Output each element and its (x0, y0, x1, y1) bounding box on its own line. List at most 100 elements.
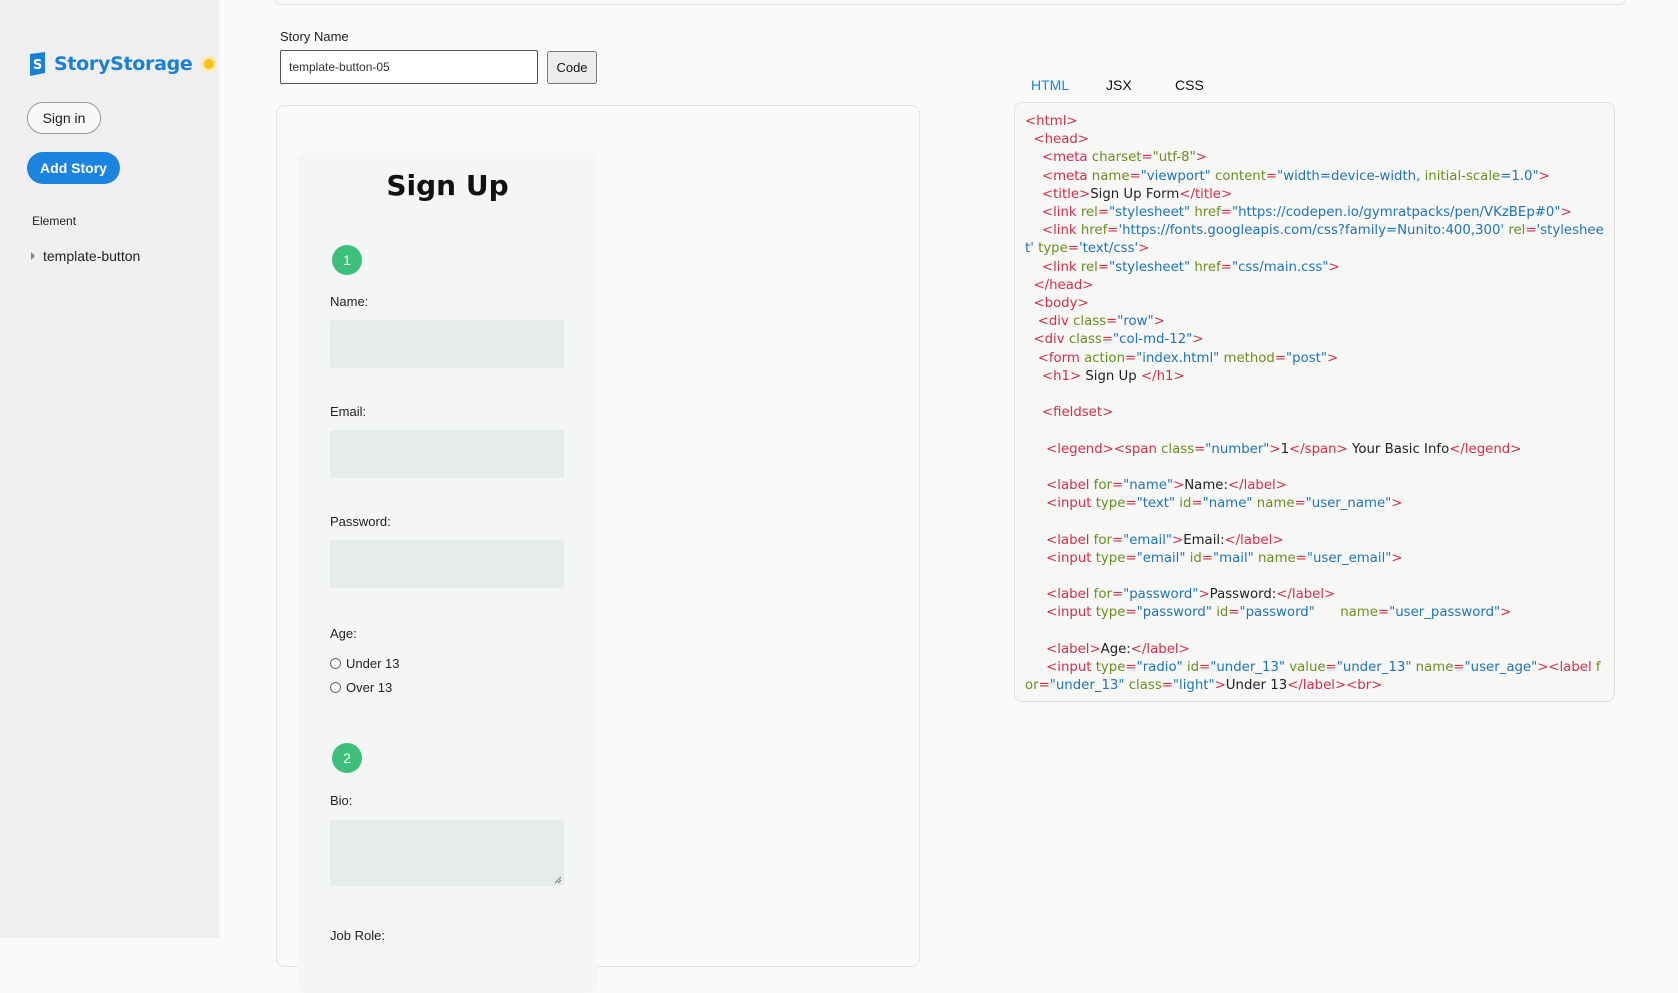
code-token: class (1124, 678, 1162, 694)
code-token: "utf-8" (1152, 150, 1196, 166)
code-token: <html> (1025, 114, 1078, 129)
code-token: name (1314, 605, 1378, 621)
code-token: > (1172, 532, 1184, 548)
radio-over-13[interactable]: Over 13 (330, 680, 392, 695)
code-token: "user_password" (1389, 605, 1501, 621)
radio-label: Under 13 (346, 656, 400, 671)
code-token: <form (1025, 350, 1085, 366)
code-token: ><label (1537, 660, 1592, 676)
code-token: Email: (1183, 532, 1225, 548)
code-line: </head> (1025, 277, 1604, 295)
code-token: "under_13" (1210, 660, 1285, 676)
code-token: action (1084, 350, 1125, 366)
code-token: href (1080, 223, 1108, 239)
code-line: <h1> Sign Up </h1> (1025, 368, 1604, 386)
code-line: <link rel="stylesheet" href="https://cod… (1025, 204, 1604, 222)
code-panel[interactable]: <html> <head> <meta charset="utf-8"> <me… (1014, 102, 1615, 702)
bio-textarea[interactable] (330, 820, 564, 886)
story-name-input[interactable] (280, 50, 538, 84)
code-token: </legend> (1449, 441, 1522, 457)
name-label: Name: (330, 294, 369, 309)
code-token: <link (1025, 259, 1081, 275)
code-token: "row" (1117, 314, 1154, 330)
code-token: > (1538, 168, 1550, 184)
code-token: <div (1025, 332, 1069, 348)
tab-html[interactable]: HTML (1031, 77, 1069, 93)
code-token: = (1194, 441, 1206, 457)
code-token: "stylesheet" (1109, 259, 1191, 275)
age-label: Age: (330, 626, 357, 641)
add-story-button[interactable]: Add Story (27, 152, 120, 184)
code-token: </h1> (1140, 368, 1185, 384)
code-line: <input type="email" id="mail" name="user… (1025, 550, 1604, 568)
code-token: = (1325, 660, 1337, 676)
code-button[interactable]: Code (547, 51, 597, 84)
code-token: = (1125, 350, 1137, 366)
code-token: = (1274, 350, 1287, 366)
code-token: id (1185, 550, 1202, 566)
code-token: "index.html" (1136, 350, 1220, 366)
code-token: type (1095, 660, 1126, 676)
code-token: = (1295, 550, 1307, 566)
code-token: = (1097, 205, 1110, 221)
code-token: = (1141, 150, 1153, 166)
code-token: "mail" (1213, 550, 1254, 566)
tab-jsx[interactable]: JSX (1106, 77, 1132, 93)
tree-item-template-button[interactable]: template-button (29, 248, 140, 264)
code-line: <input type="password" id="password" nam… (1025, 604, 1604, 622)
code-token: 'https://fonts.googleapis.com/css?family… (1118, 223, 1505, 239)
code-token: for (1093, 532, 1112, 548)
code-token: "number" (1205, 441, 1270, 457)
name-input[interactable] (330, 320, 564, 368)
element-section-label: Element (32, 214, 77, 228)
code-token: <meta (1025, 150, 1092, 166)
signup-form-card: Sign Up 1 Name: Email: Password: Age: Un… (298, 153, 597, 993)
code-token: "email" (1136, 550, 1186, 566)
code-token: 'text/css' (1078, 241, 1139, 257)
code-token: > (1173, 478, 1185, 494)
form-title: Sign Up (386, 169, 509, 202)
storystorage-logo-icon: S (30, 52, 45, 76)
password-label: Password: (330, 514, 391, 529)
sign-in-button[interactable]: Sign in (27, 102, 101, 134)
code-token: "password" (1136, 605, 1212, 621)
code-line: <fieldset> (1025, 404, 1604, 422)
code-token: href (1190, 205, 1221, 221)
email-input[interactable] (330, 430, 564, 478)
tree-item-label: template-button (43, 248, 141, 264)
radio-button[interactable] (330, 682, 341, 693)
radio-under-13[interactable]: Under 13 (330, 656, 399, 671)
code-token: <body> (1025, 296, 1089, 312)
code-token: = (1111, 478, 1124, 494)
code-token: = (1453, 660, 1465, 676)
code-token: <link (1025, 205, 1081, 221)
code-token: = (1097, 259, 1110, 275)
code-token: rel (1080, 205, 1098, 221)
code-token: "css/main.css" (1231, 259, 1329, 275)
radio-button[interactable] (330, 658, 341, 669)
code-token: <input (1025, 605, 1096, 621)
code-token: id (1211, 605, 1229, 621)
resize-grip-icon[interactable] (554, 876, 562, 884)
radio-label: Over 13 (346, 680, 393, 695)
code-token: = (1199, 660, 1211, 676)
code-token: </span> (1289, 441, 1348, 457)
tab-css[interactable]: CSS (1175, 77, 1204, 93)
code-token: id (1182, 660, 1200, 676)
bio-label: Bio: (330, 793, 353, 808)
code-token: <div (1025, 314, 1074, 330)
password-input[interactable] (330, 540, 564, 588)
code-token: = (1191, 496, 1203, 512)
code-line: <div class="row"> (1025, 313, 1604, 331)
sun-icon[interactable] (201, 56, 217, 72)
code-token: "user_email" (1306, 550, 1392, 566)
code-line: <input type="radio" id="under_13" value=… (1025, 659, 1604, 695)
code-line: <legend><span class="number">1</span> Yo… (1025, 441, 1604, 459)
code-token: </label> (1276, 587, 1336, 603)
code-token: "post" (1286, 350, 1327, 366)
brand[interactable]: S StoryStorage (28, 52, 217, 76)
code-token: <label (1025, 532, 1094, 548)
code-token: </title> (1179, 186, 1233, 202)
code-token: = (1125, 660, 1137, 676)
